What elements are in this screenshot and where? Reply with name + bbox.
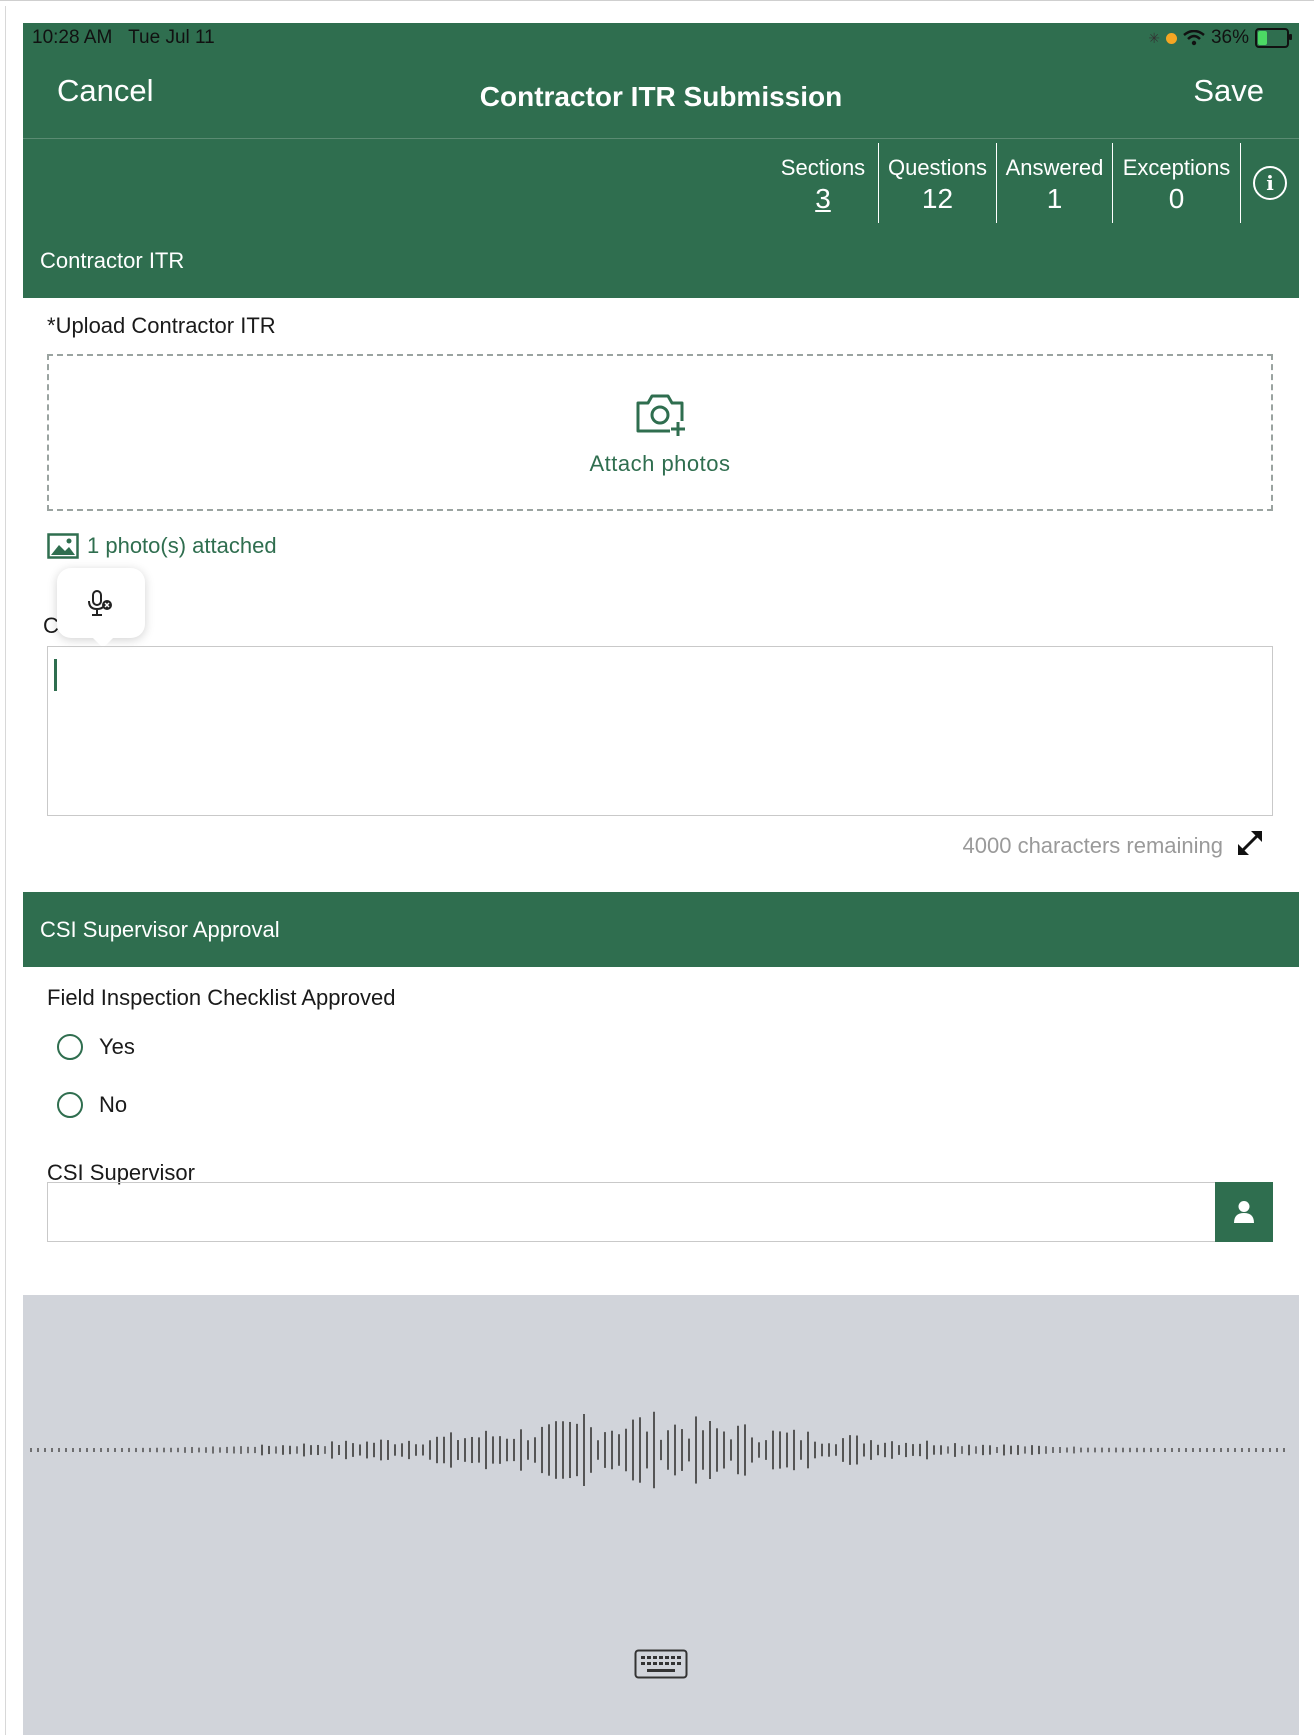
audio-waveform [30,1411,1285,1489]
section-title: CSI Supervisor Approval [40,916,280,942]
wifi-icon [1183,30,1205,46]
device-frame-left [5,6,6,1735]
required-mark: * [47,313,56,338]
stat-answered: Answered 1 [997,143,1113,223]
attach-photos-label: Attach photos [589,450,731,476]
battery-percent: 36% [1210,27,1249,48]
info-button[interactable]: i [1241,143,1299,223]
attached-photos-link[interactable]: 1 photo(s) attached [47,533,277,559]
mic-off-icon [88,590,112,616]
device-frame-top [0,0,1314,7]
text-caret [54,659,57,691]
section-header-contractor: Contractor ITR [23,223,1299,298]
attach-photos-dropzone[interactable]: Attach photos [47,354,1273,511]
stat-value[interactable]: 3 [815,183,831,215]
section-header-approval: CSI Supervisor Approval [23,892,1299,967]
comments-textarea[interactable] [47,646,1273,816]
battery-level [1258,31,1267,45]
radio-button[interactable] [57,1034,83,1060]
page-title: Contractor ITR Submission [479,81,843,112]
stat-value: 0 [1168,183,1185,214]
stats-bar: Sections 3 Questions 12 Answered 1 Excep… [768,143,1299,223]
attached-count: 1 photo(s) attached [87,533,277,558]
stat-value: 12 [921,183,954,214]
status-time: 10:28 AM Tue Jul 11 [32,27,215,48]
stat-label: Exceptions [1122,155,1231,180]
app-header: 10:28 AM Tue Jul 11 ✳ 36% Cancel Contrac… [23,23,1299,223]
keyboard-icon[interactable] [634,1649,688,1679]
info-icon: i [1253,166,1287,200]
radio-label: No [99,1092,128,1117]
approval-question: Field Inspection Checklist Approved [47,985,396,1010]
characters-remaining: 4000 characters remaining [962,833,1223,858]
radio-option-yes[interactable]: Yes [57,1034,135,1060]
radio-label: Yes [99,1034,135,1059]
user-icon [1234,1201,1254,1223]
header-divider [23,138,1299,139]
stat-sections[interactable]: Sections 3 [768,143,879,223]
status-date: Tue Jul 11 [128,27,215,48]
stat-label: Questions [887,155,988,180]
supervisor-input[interactable] [47,1182,1273,1242]
stat-questions: Questions 12 [879,143,997,223]
expand-icon[interactable] [1233,826,1267,860]
save-button[interactable]: Save [1193,73,1264,109]
stat-exceptions: Exceptions 0 [1113,143,1241,223]
radio-option-no[interactable]: No [57,1092,127,1118]
stat-label: Answered [1005,155,1104,180]
radio-button[interactable] [57,1092,83,1118]
battery-icon [1255,28,1292,48]
upload-label: *Upload Contractor ITR [47,313,276,338]
dictation-panel [23,1295,1299,1735]
activity-icon: ✳ [1148,29,1160,46]
app-screen: 10:28 AM Tue Jul 11 ✳ 36% Cancel Contrac… [23,23,1299,1735]
stat-value: 1 [1046,183,1063,214]
photo-icon [47,533,79,559]
dictation-popover[interactable] [57,568,145,648]
section-title: Contractor ITR [40,247,185,273]
camera-add-icon [636,394,686,437]
user-picker-button[interactable] [1215,1182,1273,1242]
privacy-dot-icon [1165,32,1177,44]
stat-label: Sections [780,155,866,180]
status-indicators: ✳ 36% [1148,27,1292,49]
